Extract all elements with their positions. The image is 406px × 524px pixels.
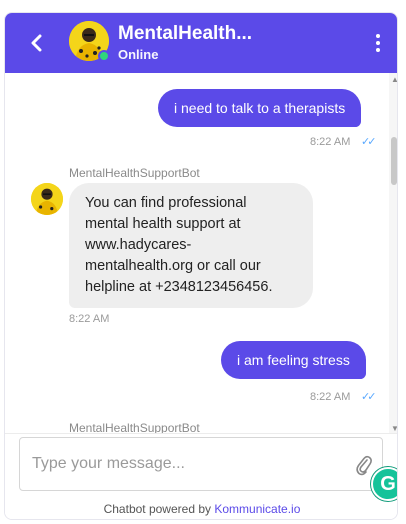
scroll-thumb[interactable] — [391, 137, 397, 185]
chevron-left-icon — [31, 34, 42, 52]
back-button[interactable] — [23, 29, 51, 57]
user-message-bubble: i am feeling stress — [221, 341, 366, 379]
chat-status: Online — [118, 47, 159, 62]
read-receipt-icon: ✓✓ — [361, 391, 377, 403]
online-status-dot — [98, 50, 110, 62]
kommunicate-link[interactable]: Kommunicate.io — [214, 502, 300, 516]
paperclip-icon — [356, 455, 372, 476]
bot-avatar — [31, 183, 63, 215]
bot-sender-name: MentalHealthSupportBot — [69, 421, 200, 433]
grammarly-letter: G — [380, 472, 396, 495]
chat-window: MentalHealth... Online i need to talk to… — [4, 12, 398, 520]
more-options-button[interactable] — [367, 31, 389, 55]
chat-header: MentalHealth... Online — [5, 13, 397, 73]
bot-message-line: helpline at +2348123456456. — [85, 279, 273, 295]
attach-button[interactable] — [355, 454, 373, 476]
bot-message-bubble: You can find professional mental health … — [69, 183, 313, 308]
powered-by-text: Chatbot powered by — [103, 502, 215, 516]
bot-avatar-header — [69, 21, 110, 62]
message-list: i need to talk to a therapists 8:22 AM ✓… — [5, 73, 397, 433]
message-input[interactable] — [19, 437, 383, 491]
bot-message-line: mental health support at — [85, 216, 241, 232]
scroll-down-arrow[interactable]: ▼ — [391, 424, 397, 433]
bot-sender-name: MentalHealthSupportBot — [69, 166, 200, 180]
scroll-up-arrow[interactable]: ▲ — [391, 75, 397, 84]
bot-message-line: www.hadycares- — [85, 237, 192, 253]
message-time: 8:22 AM — [310, 391, 351, 403]
message-time: 8:22 AM — [310, 136, 351, 148]
chat-title: MentalHealth... — [118, 23, 253, 44]
read-receipt-icon: ✓✓ — [361, 136, 377, 148]
bot-message-line: You can find professional — [85, 195, 247, 211]
bot-message-line: mentalhealth.org or call our — [85, 258, 261, 274]
user-message-bubble: i need to talk to a therapists — [158, 89, 362, 127]
powered-by-footer: Chatbot powered by Kommunicate.io — [5, 502, 397, 516]
composer: G Chatbot powered by Kommunicate.io — [5, 433, 397, 519]
grammarly-icon[interactable]: G — [371, 467, 397, 501]
message-time: 8:22 AM — [69, 313, 110, 325]
message-scrollbar[interactable]: ▲ ▼ — [389, 73, 397, 435]
more-vertical-icon — [376, 34, 380, 38]
